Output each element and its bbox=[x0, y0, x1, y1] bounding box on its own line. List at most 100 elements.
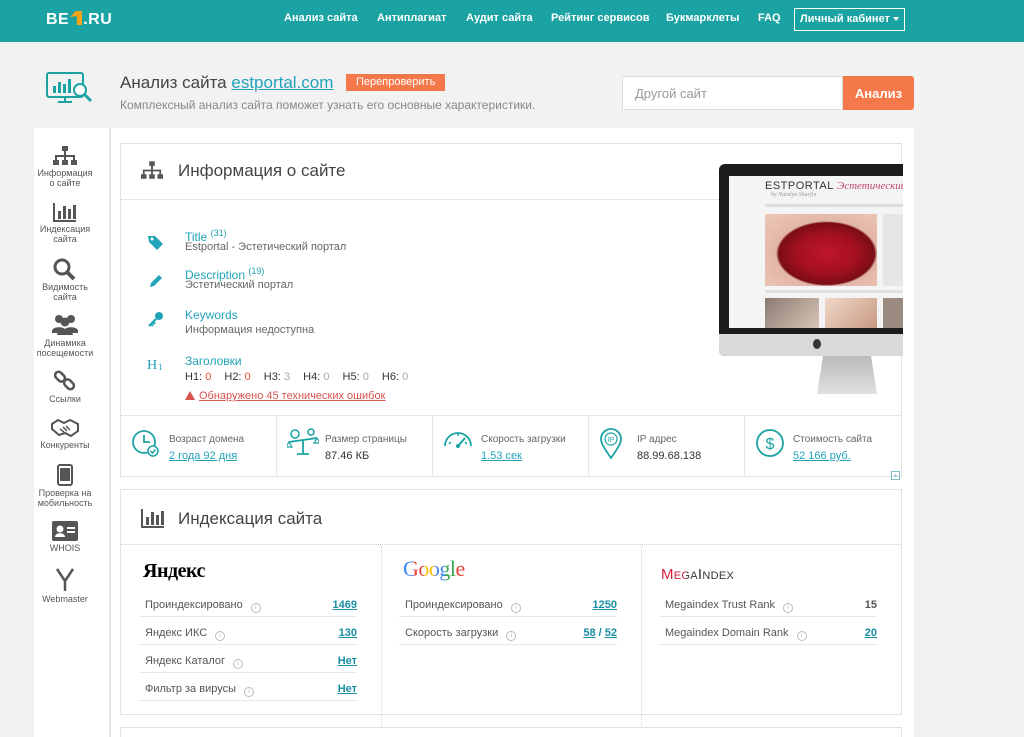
bar-chart-icon bbox=[141, 509, 164, 528]
megaindex-row-trust-rank: Megaindex Trust Rank i 15 bbox=[659, 590, 877, 617]
monitor-chin bbox=[719, 334, 903, 356]
yandex-y-icon bbox=[55, 568, 75, 591]
warning-icon bbox=[185, 391, 195, 400]
row-value[interactable]: 1469 bbox=[333, 599, 357, 611]
key-icon bbox=[148, 312, 163, 327]
svg-text:IP: IP bbox=[608, 437, 615, 444]
top-navigation-bar: BE .RU Анализ сайта Антиплагиат Аудит сай… bbox=[0, 0, 1024, 42]
info-icon[interactable]: i bbox=[233, 659, 244, 669]
row-name-text: Megaindex Domain Rank bbox=[665, 627, 789, 639]
bar-chart-icon bbox=[53, 203, 76, 222]
info-icon[interactable]: i bbox=[796, 631, 807, 641]
nav-service-rating[interactable]: Рейтинг сервисов bbox=[551, 12, 649, 24]
row-name: Megaindex Domain Rank i bbox=[665, 627, 807, 641]
nav-site-analysis[interactable]: Анализ сайта bbox=[284, 12, 358, 24]
headings-label[interactable]: Заголовки bbox=[185, 354, 242, 368]
location-pin-icon: IP bbox=[600, 428, 622, 460]
sidebar-item-site-info[interactable]: Информация о сайте bbox=[34, 146, 96, 188]
metric-ip-address: IP IP адрес 88.99.68.138 bbox=[589, 416, 745, 476]
row-value[interactable]: Нет bbox=[338, 683, 357, 695]
h1-count: 0 bbox=[205, 371, 212, 383]
metric-value-link[interactable]: 2 года 92 дня bbox=[169, 450, 237, 462]
site-info-card: Информация о сайте Title (31) Estportal … bbox=[120, 143, 903, 480]
yandex-logo-text: Яндекс bbox=[143, 560, 205, 582]
row-value[interactable]: 1250 bbox=[593, 599, 617, 611]
analyze-button[interactable]: Анализ bbox=[843, 76, 914, 110]
site-preview[interactable]: ESTPORTAL by Natalya Sharfin Эстетически… bbox=[719, 164, 903, 396]
value-separator: / bbox=[595, 627, 605, 639]
info-icon[interactable]: i bbox=[250, 603, 261, 613]
yandex-logo: Яндекс bbox=[143, 560, 205, 583]
row-value[interactable]: 20 bbox=[865, 627, 877, 639]
h4-count: 0 bbox=[323, 371, 330, 383]
metric-label: IP адрес bbox=[637, 434, 677, 445]
other-site-input[interactable] bbox=[622, 76, 843, 110]
personal-account-button[interactable]: Личный кабинет bbox=[794, 8, 905, 31]
h3-tag: H3: bbox=[263, 371, 281, 383]
site-logo[interactable]: BE .RU bbox=[46, 11, 112, 29]
info-icon[interactable]: i bbox=[783, 603, 794, 613]
nav-site-audit[interactable]: Аудит сайта bbox=[466, 12, 533, 24]
sidebar-label-line2: о сайте bbox=[49, 178, 81, 188]
sitemap-icon bbox=[53, 146, 77, 165]
h2-tag: H2: bbox=[224, 371, 242, 383]
row-name: Скорость загрузки i bbox=[405, 627, 517, 641]
sidebar-item-competitors[interactable]: Конкуренты bbox=[34, 418, 96, 450]
keywords-label[interactable]: Keywords bbox=[185, 308, 238, 322]
row-value[interactable]: Нет bbox=[338, 655, 357, 667]
sidebar-item-visibility[interactable]: Видимость сайта bbox=[34, 258, 96, 302]
technical-errors-link[interactable]: Обнаружено 45 технических ошибок bbox=[185, 390, 385, 402]
preview-sidebar bbox=[883, 214, 903, 286]
sidebar-item-mobile-check[interactable]: Проверка на мобильность bbox=[34, 464, 96, 508]
sidebar-label-line2: посещемости bbox=[36, 348, 94, 358]
expand-icon[interactable]: + bbox=[891, 471, 900, 480]
h2-count: 0 bbox=[244, 371, 251, 383]
headings-counts: H1: 0 H2: 0 H3: 3 H4: 0 H5: 0 H6: 0 bbox=[185, 371, 418, 383]
sidebar-item-webmaster[interactable]: Webmaster bbox=[34, 568, 96, 604]
info-icon[interactable]: i bbox=[244, 687, 254, 697]
id-card-icon bbox=[52, 521, 78, 541]
preview-caption-bar bbox=[765, 290, 903, 293]
search-icon bbox=[53, 258, 76, 280]
recheck-button[interactable]: Перепроверить bbox=[346, 74, 446, 91]
h6-count: 0 bbox=[402, 371, 409, 383]
row-value[interactable]: 130 bbox=[339, 627, 357, 639]
analyzed-domain-link[interactable]: estportal.com bbox=[231, 73, 333, 92]
sidebar-item-traffic-dynamics[interactable]: Динамика посещемости bbox=[34, 314, 96, 358]
metric-value: 88.99.68.138 bbox=[637, 450, 702, 462]
nav-antiplagiat[interactable]: Антиплагиат bbox=[377, 12, 446, 24]
sidebar-item-indexing[interactable]: Индексация сайта bbox=[34, 202, 96, 244]
h5-count: 0 bbox=[362, 371, 369, 383]
yandex-row-catalog: Яндекс Каталог i Нет bbox=[139, 646, 357, 673]
nav-bookmarklets[interactable]: Букмарклеты bbox=[666, 12, 739, 24]
desktop-speed-value[interactable]: 52 bbox=[605, 627, 617, 639]
clock-icon bbox=[132, 430, 159, 457]
metric-value-link[interactable]: 1.53 сек bbox=[481, 450, 522, 462]
page-title-prefix: Анализ сайта bbox=[120, 73, 227, 92]
sidebar: Информация о сайте Индексация сайта Видимо… bbox=[34, 128, 110, 737]
info-icon[interactable]: i bbox=[506, 631, 517, 641]
info-icon[interactable]: i bbox=[215, 631, 226, 641]
row-name: Megaindex Trust Rank i bbox=[665, 599, 794, 613]
metric-site-cost: $ Стоимость сайта 52 166 руб. bbox=[745, 416, 903, 476]
page-subtitle: Комплексный анализ сайта поможет узнать … bbox=[120, 98, 536, 112]
sidebar-label-line1: Ссылки bbox=[49, 394, 81, 404]
metric-label: Стоимость сайта bbox=[793, 434, 873, 445]
link-icon bbox=[54, 370, 76, 391]
heading-h1-icon: H1 bbox=[147, 358, 163, 373]
metric-value-link[interactable]: 52 166 руб. bbox=[793, 450, 851, 462]
row-name-text: Яндекс Каталог bbox=[145, 655, 226, 667]
sidebar-label-line1: Проверка на bbox=[38, 488, 92, 498]
sidebar-item-links[interactable]: Ссылки bbox=[34, 370, 96, 404]
svg-text:H: H bbox=[147, 358, 157, 373]
row-value-pair: 58 / 52 bbox=[583, 627, 617, 639]
scale-icon bbox=[287, 428, 319, 455]
yandex-row-virus-filter: Фильтр за вирусы i Нет bbox=[139, 674, 357, 701]
info-icon[interactable]: i bbox=[510, 603, 521, 613]
google-row-load-speed: Скорость загрузки i 58 / 52 bbox=[399, 618, 617, 645]
mobile-speed-value[interactable]: 58 bbox=[583, 627, 595, 639]
sidebar-item-whois[interactable]: WHOIS bbox=[34, 521, 96, 553]
h5-tag: H5: bbox=[342, 371, 360, 383]
nav-faq[interactable]: FAQ bbox=[758, 12, 781, 24]
row-name-text: Скорость загрузки bbox=[405, 627, 499, 639]
